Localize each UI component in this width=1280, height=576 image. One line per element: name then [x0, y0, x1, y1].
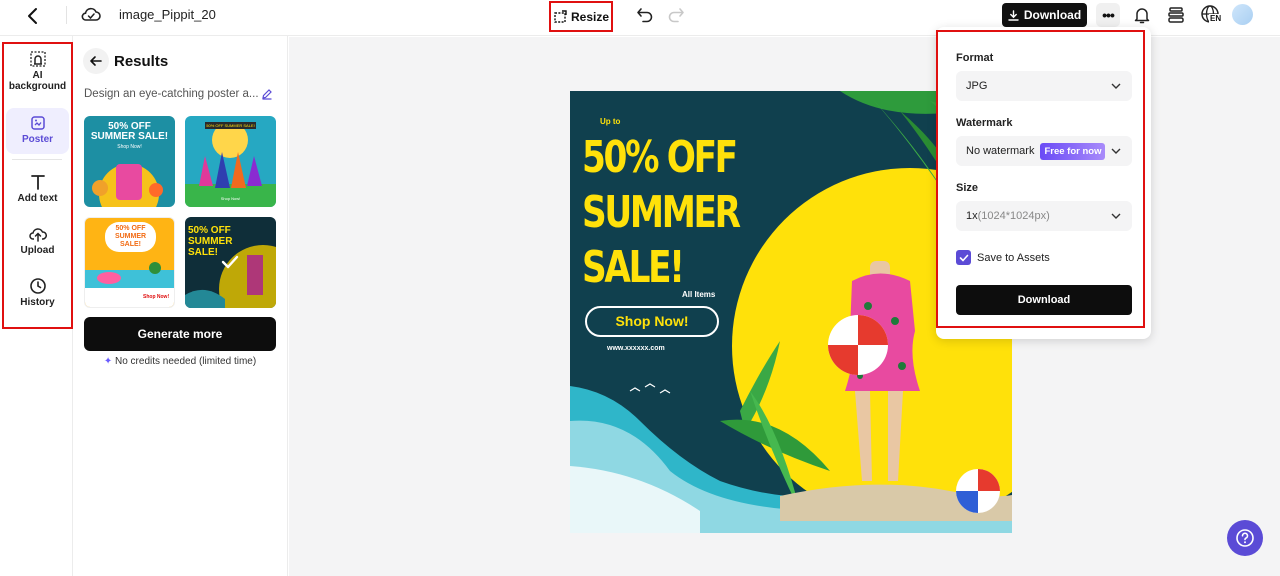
- result-thumbnail-2[interactable]: 50% OFF SUMMER SALE! Shop Now!: [185, 116, 276, 207]
- thumbnail-4-headline: 50% OFF SUMMER SALE!: [188, 225, 233, 258]
- redo-icon[interactable]: [666, 5, 686, 25]
- credits-note: ✦ No credits needed (limited time): [84, 356, 276, 367]
- thumbnail-2-art: [185, 122, 276, 207]
- free-badge: Free for now: [1040, 142, 1106, 160]
- poster-all-items: All Items: [682, 290, 716, 299]
- language-label[interactable]: EN: [1209, 14, 1223, 23]
- size-value: 1x: [966, 210, 978, 222]
- nav-item-add-text[interactable]: Add text: [6, 173, 69, 209]
- more-options-button[interactable]: •••: [1096, 3, 1120, 27]
- panel-download-button[interactable]: Download: [956, 285, 1132, 315]
- download-button-label: Download: [1023, 8, 1082, 22]
- help-button[interactable]: [1227, 520, 1263, 556]
- left-nav: AI background Poster Add text Upload His…: [2, 42, 73, 329]
- resize-button[interactable]: Resize: [549, 1, 613, 32]
- results-title: Results: [114, 53, 169, 70]
- download-panel: Format JPG Watermark No watermark Free f…: [936, 27, 1151, 339]
- chevron-down-icon: [1111, 83, 1121, 89]
- layers-icon[interactable]: [1166, 5, 1186, 25]
- chevron-down-icon: [1111, 148, 1121, 154]
- resize-label: Resize: [570, 9, 610, 24]
- nav-item-poster[interactable]: Poster: [6, 108, 69, 154]
- download-icon: [1008, 9, 1019, 21]
- text-icon: [30, 175, 45, 190]
- checkmark-icon: [959, 254, 968, 262]
- format-label: Format: [956, 52, 994, 64]
- bell-icon[interactable]: [1132, 5, 1152, 25]
- poster-up-to: Up to: [600, 117, 621, 126]
- thumbnail-1-headline: 50% OFF SUMMER SALE!: [90, 121, 169, 142]
- poster-line1: 50% OFF: [582, 132, 738, 183]
- thumbnail-1-cta: Shop Now!: [117, 144, 142, 150]
- prompt-text: Design an eye-catching poster a...: [84, 88, 259, 100]
- divider: [66, 6, 67, 24]
- history-clock-icon: [29, 278, 46, 294]
- poster-line3: SALE!: [582, 242, 685, 293]
- back-arrow-icon[interactable]: [22, 5, 44, 27]
- nav-item-upload[interactable]: Upload: [6, 225, 69, 261]
- nav-item-ai-background[interactable]: AI background: [6, 50, 69, 98]
- thumbnail-3-headline: 50% OFF SUMMER SALE!: [105, 222, 156, 252]
- poster-website: www.xxxxxx.com: [607, 345, 665, 352]
- credits-note-text: No credits needed (limited time): [115, 356, 257, 367]
- watermark-select[interactable]: No watermark Free for now: [956, 136, 1132, 166]
- edit-pencil-icon[interactable]: [261, 88, 273, 100]
- resize-icon: [554, 9, 567, 23]
- poster-cta: Shop Now!: [585, 306, 719, 337]
- poster-line2: SUMMER: [582, 187, 741, 238]
- save-to-assets-label[interactable]: Save to Assets: [977, 252, 1050, 264]
- nav-label-poster: Poster: [21, 134, 54, 145]
- results-panel: Results Design an eye-catching poster a.…: [73, 36, 288, 576]
- ai-background-icon: [29, 51, 46, 67]
- result-thumbnail-1[interactable]: 50% OFF SUMMER SALE! Shop Now!: [84, 116, 175, 207]
- size-detail: (1024*1024px): [977, 210, 1050, 222]
- arrow-left-icon: [90, 56, 102, 66]
- format-select[interactable]: JPG: [956, 71, 1132, 101]
- format-value: JPG: [966, 80, 988, 92]
- upload-cloud-icon: [28, 228, 47, 242]
- nav-separator: [12, 159, 62, 160]
- selected-check-icon: [221, 255, 239, 269]
- result-thumbnail-4-selected[interactable]: 50% OFF SUMMER SALE!: [185, 217, 276, 308]
- results-back-button[interactable]: [83, 48, 109, 74]
- nav-item-history[interactable]: History: [6, 277, 69, 313]
- thumbnail-3-cta: Shop Now!: [143, 294, 170, 300]
- beach-ball-small: [956, 469, 1000, 513]
- thumbnail-2-cta: Shop Now!: [220, 196, 241, 201]
- file-name[interactable]: image_Pippit_20: [119, 7, 216, 22]
- watermark-value: No watermark: [966, 145, 1035, 157]
- size-label: Size: [956, 182, 979, 194]
- result-thumbnail-3[interactable]: 50% OFF SUMMER SALE! Shop Now!: [84, 217, 175, 308]
- chevron-down-icon: [1111, 213, 1121, 219]
- cloud-sync-icon[interactable]: [80, 4, 102, 26]
- undo-icon[interactable]: [635, 5, 655, 25]
- size-select[interactable]: 1x (1024*1024px): [956, 201, 1132, 231]
- save-to-assets-checkbox[interactable]: [956, 250, 971, 265]
- watermark-label: Watermark: [956, 117, 1013, 129]
- poster-icon: [30, 116, 45, 130]
- avatar[interactable]: [1232, 4, 1253, 25]
- thumbnail-2-headline: 50% OFF SUMMER SALE!: [205, 122, 256, 129]
- download-button[interactable]: Download: [1002, 3, 1087, 27]
- nav-label-ai-background: AI background: [8, 70, 67, 92]
- question-mark-icon: [1236, 529, 1254, 547]
- more-dots-icon: •••: [1102, 7, 1115, 23]
- beach-ball: [828, 315, 888, 375]
- nav-label-add-text: Add text: [17, 193, 58, 204]
- nav-label-upload: Upload: [20, 245, 55, 256]
- nav-label-history: History: [20, 297, 55, 308]
- sparkle-icon: ✦: [103, 356, 115, 367]
- generate-more-button[interactable]: Generate more: [84, 317, 276, 351]
